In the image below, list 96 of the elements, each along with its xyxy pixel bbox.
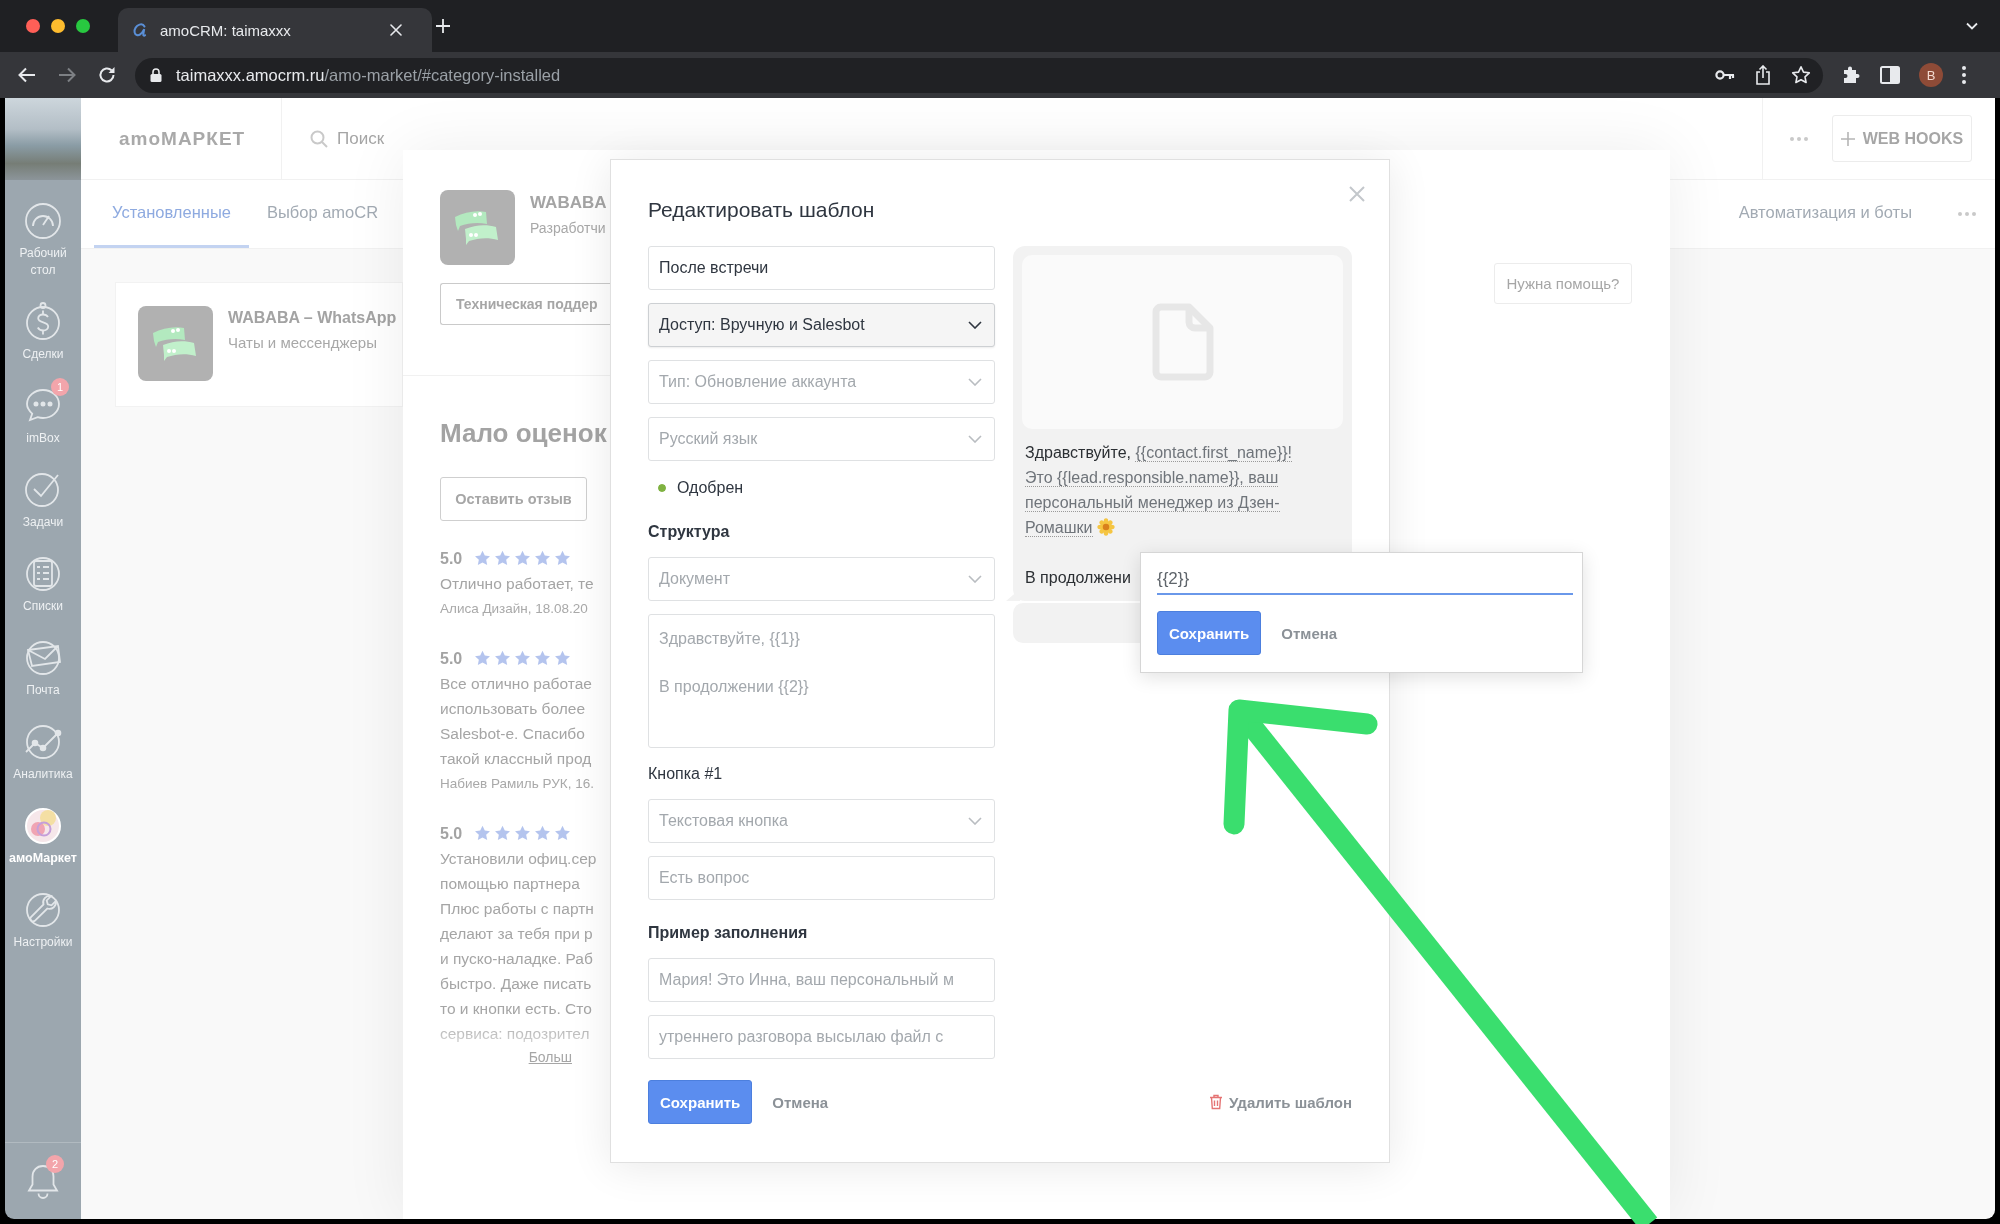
message-text: В продолжени bbox=[1025, 568, 1131, 588]
text-field[interactable]: После встречи bbox=[648, 246, 995, 290]
chevron-down-icon bbox=[968, 435, 982, 443]
dropdown[interactable]: Доступ: Вручную и Salesbot bbox=[648, 303, 995, 347]
app-card[interactable]: WABABA – WhatsApp Чаты и мессенджеры bbox=[115, 282, 403, 407]
flower-icon bbox=[1097, 518, 1115, 536]
chevron-down-icon bbox=[968, 321, 982, 329]
address-bar[interactable]: taimaxxx.amocrm.ru/amo-market/#category-installed bbox=[135, 57, 1823, 93]
review-author: Набиев Рамиль РУК, 16. bbox=[440, 775, 594, 793]
star-icon bbox=[514, 825, 532, 842]
dialog-title: Редактировать шаблон bbox=[648, 197, 875, 223]
window-minimize-icon[interactable] bbox=[51, 19, 65, 33]
speedometer-icon bbox=[23, 200, 63, 240]
category-tab[interactable]: Выбор amoCR bbox=[248, 180, 397, 248]
chevron-down-icon bbox=[968, 817, 982, 825]
side-panel-icon[interactable] bbox=[1880, 66, 1900, 84]
sidebar-item[interactable]: амоМаркет bbox=[5, 785, 81, 869]
circles-icon bbox=[23, 805, 63, 845]
review-text: Отлично работает, те bbox=[440, 574, 594, 594]
logo-text: amoМАРКЕТ bbox=[119, 127, 246, 150]
star-icon[interactable] bbox=[1791, 65, 1811, 85]
help-button[interactable]: Нужна помощь? bbox=[1494, 263, 1632, 304]
variable-field[interactable]: {{2}} bbox=[1157, 565, 1573, 595]
chevron-down-icon[interactable] bbox=[1966, 22, 1978, 30]
category-tab[interactable]: Установленные bbox=[94, 180, 249, 248]
star-icon bbox=[554, 650, 572, 667]
reload-icon[interactable] bbox=[97, 65, 117, 85]
star-icon bbox=[534, 825, 552, 842]
trash-icon bbox=[1208, 1094, 1223, 1110]
cancel-button[interactable]: Отмена bbox=[1281, 624, 1338, 642]
field-label: Кнопка #1 bbox=[648, 764, 723, 784]
sidebar-item[interactable]: Задачи bbox=[5, 449, 81, 533]
review-text: Установили офиц.сер помощью партнера Плюс работы с партн делают за тебя при р и пуско-наладке. Раб быстро. Даже писать то и кнопки есть. Сто сервиса: подозрител bbox=[440, 849, 597, 1044]
star-icon bbox=[554, 825, 572, 842]
app-title: WABABA – WhatsApp bbox=[228, 309, 397, 327]
star-icon bbox=[534, 550, 552, 567]
category-tab[interactable]: Автоматизация и боты bbox=[1720, 180, 1930, 248]
star-icon bbox=[514, 650, 532, 667]
rating-score: 5.0 bbox=[440, 824, 463, 843]
dollar-icon bbox=[23, 301, 63, 341]
star-icon bbox=[474, 550, 492, 567]
app-title: WABABA bbox=[530, 193, 607, 213]
forward-arrow-icon[interactable] bbox=[57, 65, 77, 85]
star-icon bbox=[554, 550, 572, 567]
section-heading: Пример заполнения bbox=[648, 923, 808, 943]
save-button[interactable]: Сохранить bbox=[648, 1080, 753, 1124]
delete-button[interactable]: Удалить шаблон bbox=[1208, 1093, 1352, 1111]
lock-icon bbox=[150, 68, 162, 82]
notification-badge: 1 bbox=[51, 378, 69, 396]
sidebar-item[interactable]: Настройки bbox=[5, 869, 81, 953]
review-text: Все отлично работае использовать более Salesbot-е. Спасибо такой классный прод bbox=[440, 674, 592, 769]
webhooks-button[interactable]: WEB HOOKS bbox=[1832, 115, 1972, 162]
cancel-button[interactable]: Отмена bbox=[772, 1093, 829, 1111]
section-heading: Структура bbox=[648, 522, 730, 542]
notification-badge: 2 bbox=[46, 1155, 64, 1173]
chevron-down-icon bbox=[968, 378, 982, 386]
chat-bubbles-icon bbox=[440, 190, 515, 265]
save-button[interactable]: Сохранить bbox=[1157, 611, 1262, 655]
sidebar-item[interactable]: Почта bbox=[5, 617, 81, 701]
menu-icon[interactable] bbox=[1962, 66, 1966, 84]
review-author: Алиса Дизайн, 18.08.20 bbox=[440, 600, 588, 618]
profile-avatar[interactable]: B bbox=[1919, 63, 1943, 87]
star-icon bbox=[534, 650, 552, 667]
star-icon bbox=[474, 650, 492, 667]
chevron-down-icon bbox=[968, 575, 982, 583]
sidebar-item[interactable]: Аналитика bbox=[5, 701, 81, 785]
key-icon[interactable] bbox=[1715, 69, 1735, 81]
search-icon bbox=[310, 129, 328, 148]
puzzle-icon[interactable] bbox=[1841, 65, 1861, 85]
star-icon bbox=[494, 650, 512, 667]
sidebar-item[interactable]: imBox 1 bbox=[5, 365, 81, 449]
star-icon bbox=[474, 825, 492, 842]
star-icon bbox=[494, 550, 512, 567]
search-field[interactable]: Поиск bbox=[310, 128, 385, 149]
developer-text: Разработчи bbox=[530, 220, 606, 236]
plus-icon bbox=[1840, 131, 1855, 146]
new-tab-icon[interactable] bbox=[436, 19, 450, 33]
sidebar-item[interactable]: Списки bbox=[5, 533, 81, 617]
star-icon bbox=[494, 825, 512, 842]
star-icon bbox=[514, 550, 532, 567]
window-maximize-icon[interactable] bbox=[76, 19, 90, 33]
rating-score: 5.0 bbox=[440, 649, 463, 668]
chat-bubbles-icon bbox=[138, 306, 213, 381]
app-category: Чаты и мессенджеры bbox=[228, 334, 377, 351]
status-text: Одобрен bbox=[677, 479, 744, 497]
more-link[interactable]: Больш bbox=[528, 1049, 572, 1065]
back-arrow-icon[interactable] bbox=[17, 65, 37, 85]
share-icon[interactable] bbox=[1755, 65, 1771, 85]
favicon-icon bbox=[132, 22, 148, 38]
rating-score: 5.0 bbox=[440, 549, 463, 568]
rating-heading: Мало оценок bbox=[440, 417, 607, 449]
browser-tab[interactable]: amoCRM: taimaxxx bbox=[118, 8, 432, 52]
sidebar-item[interactable]: Рабочий стол bbox=[5, 180, 81, 281]
review-button[interactable]: Оставить отзыв bbox=[440, 477, 587, 521]
sidebar-item[interactable]: Сделки bbox=[5, 281, 81, 365]
window-close-icon[interactable] bbox=[26, 19, 40, 33]
